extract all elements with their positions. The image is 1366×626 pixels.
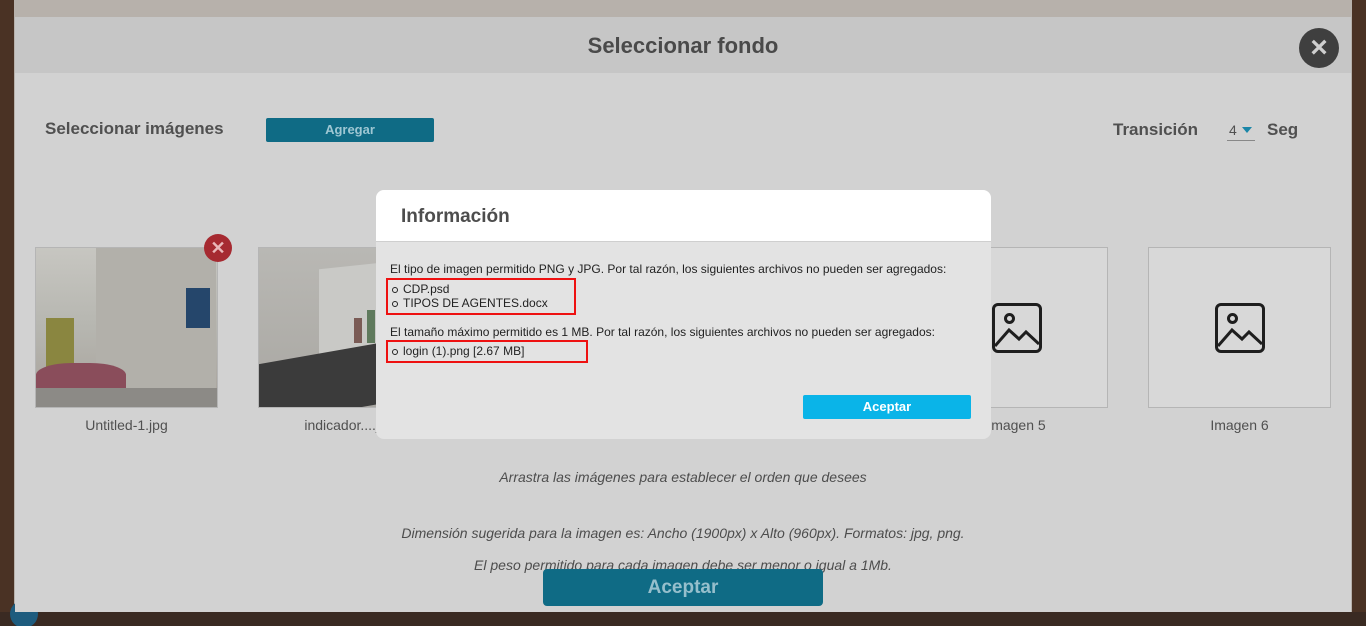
dimension-hint: Dimensión sugerida para la imagen es: An… xyxy=(401,525,965,541)
photo-bar xyxy=(354,318,362,343)
select-images-label: Seleccionar imágenes xyxy=(45,119,224,138)
accept-button[interactable]: Aceptar xyxy=(543,569,823,606)
photo-bar xyxy=(367,310,375,343)
type-error-message: El tipo de imagen permitido PNG y JPG. P… xyxy=(390,262,947,276)
image-placeholder-icon xyxy=(992,303,1042,353)
thumbnail-1[interactable] xyxy=(35,247,218,408)
modal-title: Seleccionar fondo xyxy=(587,33,779,58)
photo-ground xyxy=(36,388,217,407)
dialog-title: Información xyxy=(401,206,510,227)
list-item: login (1).png [2.67 MB] xyxy=(388,344,586,358)
information-dialog: Información El tipo de imagen permitido … xyxy=(376,190,991,439)
image-placeholder-icon xyxy=(1215,303,1265,353)
delete-icon: ✕ xyxy=(210,238,226,258)
size-error-message: El tamaño máximo permitido es 1 MB. Por … xyxy=(390,325,935,339)
transition-value: 4 xyxy=(1229,122,1237,138)
drag-hint: Arrastra las imágenes para establecer el… xyxy=(499,469,867,485)
backdrop-left-strip xyxy=(0,0,14,626)
close-button[interactable]: × xyxy=(1299,28,1339,68)
thumbnail-caption: Imagen 6 xyxy=(1210,417,1269,433)
list-item: CDP.psd xyxy=(388,282,574,296)
transition-select[interactable]: 4 xyxy=(1227,121,1255,141)
dialog-accept-button[interactable]: Aceptar xyxy=(803,395,971,419)
dialog-header: Información xyxy=(376,190,991,242)
photo-window xyxy=(186,288,210,328)
thumbnail-6[interactable] xyxy=(1148,247,1331,408)
seconds-label: Seg xyxy=(1267,120,1299,139)
transition-label: Transición xyxy=(1113,120,1199,139)
close-icon: × xyxy=(1310,31,1328,64)
add-button[interactable]: Agregar xyxy=(266,118,434,142)
modal-header: Seleccionar fondo × xyxy=(15,17,1351,73)
thumbnail-caption: Untitled-1.jpg xyxy=(85,417,168,433)
size-error-file-list: login (1).png [2.67 MB] xyxy=(386,340,588,363)
backdrop-right-strip xyxy=(1352,0,1366,626)
chevron-down-icon xyxy=(1242,127,1252,133)
photo-door xyxy=(46,318,74,368)
list-item: TIPOS DE AGENTES.docx xyxy=(388,296,574,310)
backdrop-bottom-strip xyxy=(0,612,1366,626)
delete-image-button[interactable]: ✕ xyxy=(204,234,232,262)
type-error-file-list: CDP.psd TIPOS DE AGENTES.docx xyxy=(386,278,576,315)
